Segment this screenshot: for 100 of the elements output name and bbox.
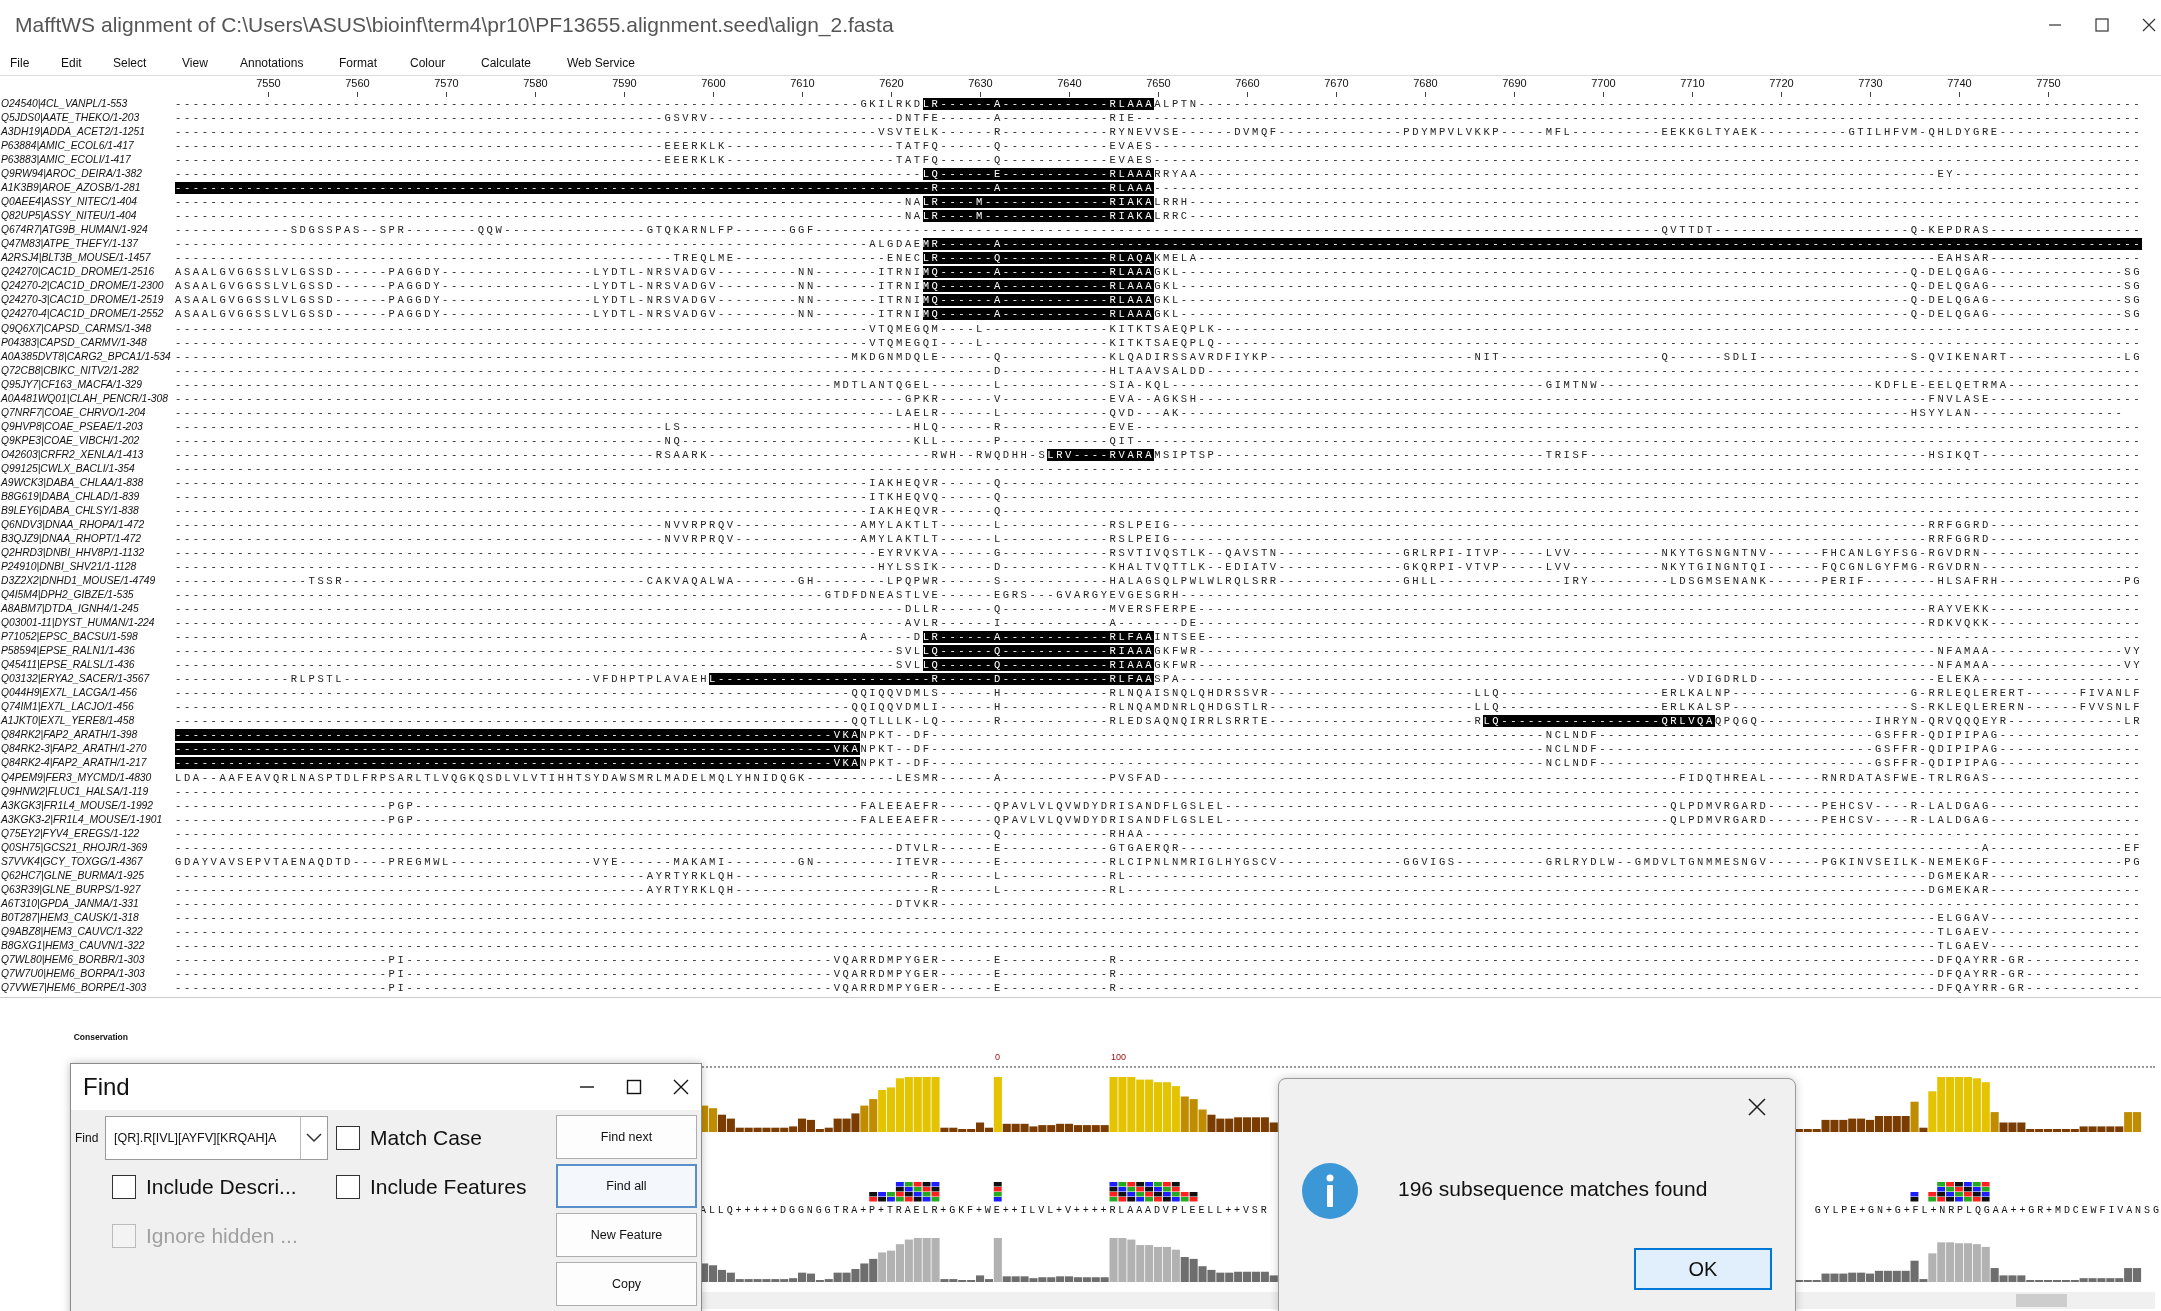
- sequence-name[interactable]: Q0SH75|GCS21_RHOJR/1-369: [0, 840, 175, 855]
- sequence-name[interactable]: Q95JY7|CF163_MACFA/1-329: [0, 377, 175, 392]
- sequence-name[interactable]: P71052|EPSC_BACSU/1-598: [0, 630, 175, 645]
- dialog-button[interactable]: Find next: [556, 1115, 697, 1159]
- menu-item[interactable]: Annotations: [240, 53, 339, 72]
- sequence-name[interactable]: Q84RK2-3|FAP2_ARATH/1-270: [0, 742, 175, 757]
- sequence-name[interactable]: Q7VWE7|HEM6_BORPE/1-303: [0, 980, 175, 995]
- sequence-residues: ------------------------------------------------------------------------------ITKHEQVQ------Q--------------------------------------------------------------------------------------------------------------------------------: [175, 490, 2143, 503]
- ruler-label: 7640: [1025, 76, 1114, 97]
- sequence-name[interactable]: Q4I5M4|DPH2_GIBZE/1-535: [0, 588, 175, 603]
- dialog-button[interactable]: Find all: [556, 1164, 697, 1208]
- menu-item[interactable]: Edit: [61, 53, 113, 72]
- sequence-name[interactable]: P63883|AMIC_ECOLI/1-417: [0, 153, 175, 168]
- menu-item[interactable]: File: [10, 53, 61, 72]
- sequence-name[interactable]: Q9RW94|AROC_DEIRA/1-382: [0, 167, 175, 182]
- sequence-name[interactable]: Q7WL80|HEM6_BORBR/1-303: [0, 952, 175, 967]
- sequence-residues: ---------------------------------------------------------------------------------SVL: [175, 659, 923, 672]
- sequence-name[interactable]: Q7NRF7|COAE_CHRVO/1-204: [0, 405, 175, 420]
- sequence-name[interactable]: Q9Q6X7|CAPSD_CARMS/1-348: [0, 321, 175, 336]
- sequence-name[interactable]: S7VVK4|GCY_TOXGG/1-4367: [0, 854, 175, 869]
- sequence-name[interactable]: O42603|CRFR2_XENLA/1-413: [0, 447, 175, 462]
- sequence-name[interactable]: B3QJZ9|DNAA_RHOPT/1-472: [0, 531, 175, 546]
- sequence-name[interactable]: A8ABM7|DTDA_IGNH4/1-245: [0, 602, 175, 617]
- sequence-name[interactable]: Q674R7|ATG9B_HUMAN/1-924: [0, 223, 175, 238]
- ruler-label: 7660: [1203, 76, 1292, 97]
- sequence-name[interactable]: Q2HRD3|DNBI_HHV8P/1-1132: [0, 546, 175, 561]
- ruler-label: 7570: [402, 76, 491, 97]
- sequence-residues: ------------------------------------------------------------------------------------------------------------------------------------------------------------------------------------------------------TLGAEV-----------------: [175, 939, 2143, 952]
- sequence-name[interactable]: A9WCK3|DABA_CHLAA/1-838: [0, 475, 175, 490]
- sequence-name[interactable]: O24540|4CL_VANPL/1-553: [0, 97, 175, 112]
- sequence-residues: ------------------------PI------------------------------------------------VQARRDMPYGER------E------------R--------------------------------------------------------------------------------------------DFQAYRR-GR-------------: [175, 981, 2143, 994]
- sequence-name[interactable]: Q72CB8|CBIKC_NITV2/1-282: [0, 363, 175, 378]
- sequence-name[interactable]: A3KGK3|FR1L4_MOUSE/1-1992: [0, 798, 175, 813]
- sequence-name[interactable]: A1K3B9|AROE_AZOSB/1-281: [0, 181, 175, 196]
- sequence-residues: -----------------------------------------------------------------------------------------------------------------------------------------------------------------------------------------------------------------------------: [175, 462, 2143, 475]
- highlighted-residues: --------------------------------------------------------------------------VKA: [175, 743, 861, 756]
- menu-item[interactable]: Format: [339, 53, 410, 72]
- sequence-residues: ------------------------------------------------------------------------------ALGDAE: [175, 238, 923, 251]
- sequence-name[interactable]: A0A385DVT8|CARG2_BPCA1/1-534: [0, 349, 175, 364]
- sequence-name[interactable]: A3KGK3-2|FR1L4_MOUSE/1-1901: [0, 812, 175, 827]
- highlighted-residues: LQ------------------QRLVQA: [1483, 715, 1715, 728]
- sequence-name[interactable]: A6T310|GPDA_JANMA/1-331: [0, 896, 175, 911]
- sequence-name[interactable]: Q62HC7|GLNE_BURMA/1-925: [0, 868, 175, 883]
- menu-item[interactable]: Web Service: [567, 53, 635, 72]
- sequence-name[interactable]: Q24270|CAC1D_DROME/1-2516: [0, 265, 175, 280]
- sequence-name[interactable]: A0A481WQ01|CLAH_PENCR/1-308: [0, 391, 175, 406]
- menu-item[interactable]: Calculate: [481, 53, 567, 72]
- sequence-name[interactable]: Q82UP5|ASSY_NITEU/1-404: [0, 209, 175, 224]
- dialog-button[interactable]: New Feature: [556, 1213, 697, 1257]
- sequence-name[interactable]: Q03001-11|DYST_HUMAN/1-224: [0, 616, 175, 631]
- sequence-residues: LDA--AAFEAVQRLNASPTDLFRPSARLTLVQGKQSDLVLVTIHHTSYDAWSMRLMADELMQLYHNIDQGK----------LESMR------A------------PVSFAD----------------------------------------------------------FIDQTHREAL------RNRDATASFWE-TRLRGAS-----------------: [175, 771, 2143, 784]
- sequence-name[interactable]: Q0AEE4|ASSY_NITEC/1-404: [0, 195, 175, 210]
- search-combobox[interactable]: [QR].R[IVL][AYFV][KRQAH]A: [105, 1115, 328, 1160]
- sequence-name[interactable]: B9LEY6|DABA_CHLSY/1-838: [0, 503, 175, 518]
- sequence-residues: -----------------------------------------------------------------------------------------------------------------------------------------------------------------------------------------------------------------------------: [175, 785, 2143, 798]
- sequence-name[interactable]: Q99125|CWLX_BACLI/1-354: [0, 461, 175, 476]
- sequence-name[interactable]: P24910|DNBI_SHV21/1-1128: [0, 560, 175, 575]
- sequence-name[interactable]: Q044H9|EX7L_LACGA/1-456: [0, 686, 175, 701]
- dialog-button[interactable]: Copy: [556, 1262, 697, 1306]
- sequence-name[interactable]: A2RSJ4|BLT3B_MOUSE/1-1457: [0, 251, 175, 266]
- sequence-residues: -----------------------------------------------------AYRTYRKLQH----------------------R------L------------RL------------------------------------------------------------------------------------------DGMEKAR-----------------: [175, 869, 2143, 882]
- sequence-residues: NPKT--DF---------------------------------------------------------------------NCLNDF-------------------------------GSFFR-QDIPIPAG----------------: [860, 757, 2143, 770]
- sequence-name[interactable]: Q45411|EPSE_RALSL/1-436: [0, 658, 175, 673]
- sequence-name[interactable]: B8G619|DABA_CHLAD/1-839: [0, 489, 175, 504]
- ruler-label: 7620: [847, 76, 936, 97]
- ok-button[interactable]: OK: [1634, 1248, 1772, 1290]
- sequence-name[interactable]: Q9KPE3|COAE_VIBCH/1-202: [0, 433, 175, 448]
- sequence-name[interactable]: Q4PEM9|FER3_MYCMD/1-4830: [0, 770, 175, 785]
- sequence-name[interactable]: A3DH19|ADDA_ACET2/1-1251: [0, 125, 175, 140]
- menu-item[interactable]: Select: [113, 53, 182, 72]
- sequence-residues: ---------------------------------------------------------------------------------DTVKR---------------------------------------------------------------------------------------------------------------------------------------: [175, 897, 2143, 910]
- sequence-name[interactable]: B0T287|HEM3_CAUSK/1-318: [0, 910, 175, 925]
- menu-item[interactable]: Colour: [410, 53, 481, 72]
- sequence-name[interactable]: D3Z2X2|DNHD1_MOUSE/1-4749: [0, 574, 175, 589]
- menu-item[interactable]: View: [182, 53, 240, 72]
- sequence-name[interactable]: Q84RK2|FAP2_ARATH/1-398: [0, 728, 175, 743]
- sequence-name[interactable]: Q75EY2|FYV4_EREGS/1-122: [0, 826, 175, 841]
- sequence-name[interactable]: P63884|AMIC_ECOL6/1-417: [0, 139, 175, 154]
- sequence-name[interactable]: B8GXG1|HEM3_CAUVN/1-322: [0, 938, 175, 953]
- sequence-name[interactable]: Q5JDS0|AATE_THEKO/1-203: [0, 111, 175, 126]
- sequence-name[interactable]: Q6NDV3|DNAA_RHOPA/1-472: [0, 517, 175, 532]
- sequence-name[interactable]: Q63R39|GLNE_BURPS/1-927: [0, 882, 175, 897]
- sequence-residues: ------------------------------------------------------------------------------------: [175, 168, 923, 181]
- sequence-residues: SPA---------------------------------------------------------VDIGDRLD--------------------ELEKA------------------: [1154, 673, 2143, 686]
- sequence-name[interactable]: Q03132|ERYA2_SACER/1-3567: [0, 672, 175, 687]
- sequence-residues: LRRH-----------------------------------------------------------------------------------------------------------: [1154, 196, 2143, 209]
- sequence-name[interactable]: Q9HVP8|COAE_PSEAE/1-203: [0, 419, 175, 434]
- sequence-name[interactable]: Q9HNW2|FLUC1_HALSA/1-119: [0, 784, 175, 799]
- sequence-name[interactable]: Q24270-3|CAC1D_DROME/1-2519: [0, 293, 175, 308]
- sequence-name[interactable]: P04383|CAPSD_CARMV/1-348: [0, 335, 175, 350]
- sequence-name[interactable]: A1JKT0|EX7L_YERE8/1-458: [0, 714, 175, 729]
- sequence-name[interactable]: Q47M83|ATPE_THEFY/1-137: [0, 237, 175, 252]
- sequence-residues: -------------------------------------------------------------------------------EYRVKVA------G------------RSVTIVQSTLK--QAVSTN--------------GRLRPI-ITVP-----LVV----------NKYTGSNGNTNV------FHCANLGYFSG-RGVDRN------------------: [175, 547, 2143, 559]
- sequence-name[interactable]: Q84RK2-4|FAP2_ARATH/1-217: [0, 756, 175, 771]
- sequence-name[interactable]: Q24270-2|CAC1D_DROME/1-2300: [0, 279, 175, 294]
- sequence-name[interactable]: P58594|EPSE_RALN1/1-436: [0, 644, 175, 659]
- sequence-name[interactable]: Q74IM1|EX7L_LACJO/1-456: [0, 700, 175, 715]
- sequence-name[interactable]: Q9ABZ8|HEM3_CAUVC/1-322: [0, 924, 175, 939]
- sequence-name[interactable]: Q7W7U0|HEM6_BORPA/1-303: [0, 966, 175, 981]
- sequence-name[interactable]: Q24270-4|CAC1D_DROME/1-2552: [0, 307, 175, 322]
